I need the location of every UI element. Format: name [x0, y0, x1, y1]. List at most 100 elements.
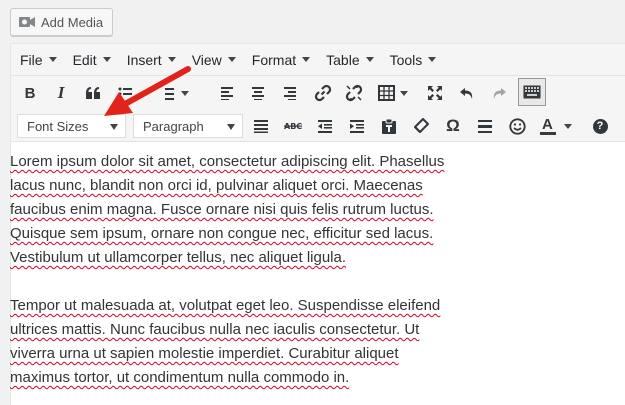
- paste-as-text-button[interactable]: [376, 113, 402, 139]
- clear-formatting-button[interactable]: [408, 113, 434, 139]
- table-button[interactable]: [373, 80, 411, 106]
- chevron-down-icon: [110, 124, 118, 130]
- redo-icon: [493, 88, 506, 99]
- toolbar-row-2: Font Sizes Paragraph ABC Ω A ?: [11, 110, 625, 142]
- paragraph-format-select[interactable]: Paragraph: [133, 114, 243, 138]
- menu-edit[interactable]: Edit: [73, 52, 111, 68]
- numbered-list-button[interactable]: [161, 80, 191, 106]
- align-right-button[interactable]: [277, 80, 303, 106]
- chevron-down-icon: [564, 123, 572, 129]
- content-line: ultrices mattis. Nunc faucibus nulla nec…: [10, 321, 420, 338]
- content-line: maximus tortor, ut condimentum nulla com…: [10, 369, 350, 386]
- align-center-button[interactable]: [245, 80, 271, 106]
- chevron-down-icon: [227, 57, 236, 62]
- content-line: Vestibulum ut ullamcorper tellus, nec al…: [10, 249, 347, 266]
- strikethrough-icon: ABC: [284, 122, 302, 131]
- help-icon: ?: [592, 118, 608, 134]
- menu-insert[interactable]: Insert: [127, 52, 176, 68]
- menu-view-label: View: [191, 51, 222, 68]
- content-paragraph: Lorem ipsum dolor sit amet, consectetur …: [10, 150, 480, 270]
- menu-table[interactable]: Table: [326, 52, 374, 68]
- unlink-icon: [345, 84, 363, 102]
- smiley-icon: [508, 117, 526, 135]
- text-color-icon: A: [540, 116, 556, 136]
- editor-toolbar: B I Font Sizes Paragraph ABC Ω A ?: [11, 76, 625, 142]
- content-line: Lorem ipsum dolor sit amet, consectetur …: [10, 153, 445, 170]
- indent-button[interactable]: [344, 113, 370, 139]
- bullet-list-icon: [118, 87, 132, 96]
- chevron-down-icon: [227, 124, 235, 130]
- content-paragraph: Tempor ut malesuada at, volutpat eget le…: [10, 294, 480, 390]
- align-justify-icon: [254, 120, 268, 133]
- bold-button[interactable]: B: [17, 80, 43, 106]
- insert-link-button[interactable]: [310, 80, 336, 106]
- align-center-icon: [252, 87, 264, 100]
- bullet-list-button[interactable]: [112, 80, 138, 106]
- content-line: Tempor ut malesuada at, volutpat eget le…: [10, 297, 441, 314]
- content-line: lacus nunc, blandit non orci id, pulvina…: [10, 177, 423, 194]
- table-icon: [378, 85, 408, 101]
- horizontal-line-icon: [478, 120, 492, 133]
- bold-icon: B: [24, 84, 36, 102]
- menu-view[interactable]: View: [192, 52, 236, 68]
- special-character-button[interactable]: Ω: [440, 113, 466, 139]
- font-sizes-select[interactable]: Font Sizes: [17, 114, 126, 138]
- editor-menubar: File Edit Insert View Format Table Tools: [11, 44, 625, 76]
- content-line: Quisque sem ipsum, ornare non congue nec…: [10, 225, 434, 242]
- toolbar-toggle-button[interactable]: [518, 78, 546, 106]
- content-line: faucibus enim magna. Fusce ornare nisi q…: [10, 201, 434, 218]
- fullscreen-button[interactable]: [422, 80, 448, 106]
- blockquote-button[interactable]: [80, 80, 106, 106]
- omega-icon: Ω: [446, 116, 460, 135]
- italic-icon: I: [57, 83, 65, 102]
- paragraph-label: Paragraph: [143, 118, 204, 134]
- italic-button[interactable]: I: [48, 80, 74, 106]
- text-color-button[interactable]: A: [536, 113, 576, 139]
- fullscreen-icon: [428, 86, 442, 100]
- font-sizes-label: Font Sizes: [27, 118, 89, 134]
- menu-tools[interactable]: Tools: [390, 52, 437, 68]
- content-line: viverra urna ut sapien molestie imperdie…: [10, 345, 399, 362]
- chevron-down-icon: [428, 57, 437, 62]
- align-right-icon: [284, 87, 296, 100]
- menu-file[interactable]: File: [20, 52, 57, 68]
- media-camera-icon: [18, 14, 36, 30]
- editor-content[interactable]: Lorem ipsum dolor sit amet, consectetur …: [10, 150, 480, 405]
- eraser-icon: [414, 118, 429, 133]
- menu-edit-label: Edit: [72, 51, 97, 68]
- help-button[interactable]: ?: [587, 113, 613, 139]
- blockquote-icon: [86, 87, 100, 99]
- text-color-letter: A: [542, 116, 553, 133]
- chevron-down-icon: [48, 57, 57, 62]
- align-left-button[interactable]: [214, 80, 240, 106]
- toolbar-row-1: B I: [11, 78, 625, 110]
- menu-file-label: File: [20, 51, 43, 68]
- strikethrough-button[interactable]: ABC: [280, 113, 306, 139]
- add-media-label: Add Media: [41, 14, 104, 30]
- indent-icon: [350, 120, 364, 133]
- chevron-down-icon: [365, 57, 374, 62]
- redo-button[interactable]: [486, 80, 512, 106]
- remove-link-button[interactable]: [341, 80, 367, 106]
- menu-format-label: Format: [251, 51, 297, 68]
- undo-button[interactable]: [454, 80, 480, 106]
- outdent-icon: [318, 120, 332, 133]
- outdent-button[interactable]: [312, 113, 338, 139]
- emoticons-button[interactable]: [504, 113, 530, 139]
- chevron-down-icon: [302, 57, 311, 62]
- align-left-icon: [221, 87, 233, 100]
- menu-format[interactable]: Format: [251, 51, 311, 68]
- undo-icon: [460, 88, 473, 99]
- help-mark: ?: [596, 120, 604, 132]
- text-color-swatch: [540, 132, 556, 135]
- chevron-down-icon: [102, 57, 111, 62]
- chevron-down-icon: [167, 57, 176, 62]
- numbered-list-icon: [165, 88, 189, 100]
- menu-tools-label: Tools: [389, 51, 423, 68]
- horizontal-line-button[interactable]: [472, 113, 498, 139]
- link-icon: [314, 84, 332, 102]
- menu-insert-label: Insert: [126, 51, 162, 68]
- keyboard-icon: [523, 85, 541, 99]
- justify-button[interactable]: [248, 113, 274, 139]
- add-media-button[interactable]: Add Media: [10, 8, 113, 36]
